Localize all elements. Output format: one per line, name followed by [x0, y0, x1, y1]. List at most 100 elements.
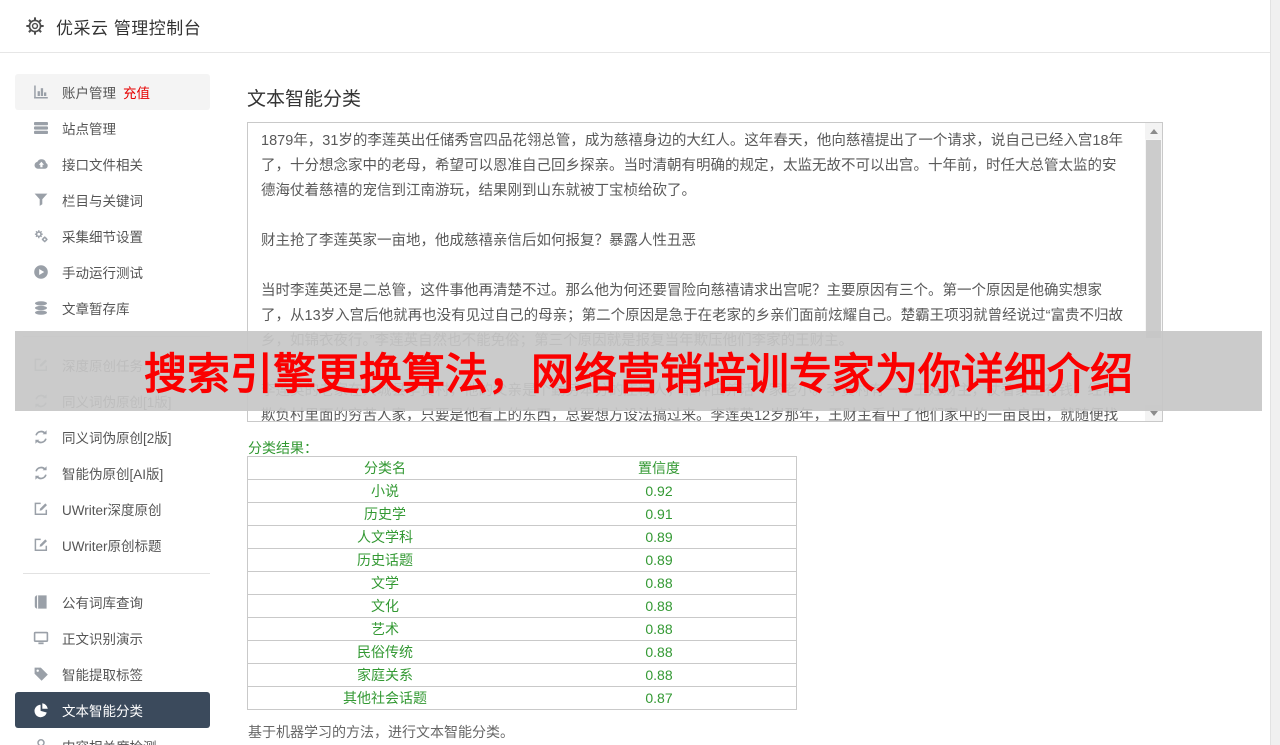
- book-icon: [33, 594, 49, 610]
- scrollbar-thumb[interactable]: [1146, 140, 1161, 338]
- page-title: 文本智能分类: [247, 84, 361, 111]
- watermark-text: 搜索引擎更换算法，网络营销培训专家为你详细介绍: [144, 340, 1133, 402]
- results-table: 分类名 置信度 小说 0.92 历史学 0.91 人文学科 0.89 历史话题 …: [247, 456, 797, 710]
- category-header: 分类名: [248, 457, 523, 480]
- confidence-cell: 0.88: [522, 664, 797, 687]
- sidebar-item-label: UWriter原创标题: [62, 535, 162, 555]
- footer-note: 基于机器学习的方法，进行文本智能分类。: [248, 722, 514, 742]
- table-row: 人文学科 0.89: [248, 526, 797, 549]
- sidebar-item-2[interactable]: 接口文件相关: [15, 146, 210, 182]
- sidebar-item-label: 文章暂存库: [62, 298, 130, 318]
- link-icon: [33, 738, 49, 745]
- monitor-icon: [33, 630, 49, 646]
- sidebar-item-11[interactable]: UWriter深度原创: [15, 491, 210, 527]
- table-row: 文学 0.88: [248, 572, 797, 595]
- sidebar-item-5[interactable]: 手动运行测试: [15, 254, 210, 290]
- sidebar-item-6[interactable]: 文章暂存库: [15, 290, 210, 326]
- app-header: 优采云 管理控制台: [0, 0, 1280, 53]
- confidence-cell: 0.91: [522, 503, 797, 526]
- sidebar-item-17[interactable]: 内容相关度检测: [15, 728, 210, 745]
- confidence-cell: 0.92: [522, 480, 797, 503]
- sidebar-divider: [23, 573, 210, 574]
- sidebar-item-3[interactable]: 栏目与关键词: [15, 182, 210, 218]
- category-cell: 文化: [248, 595, 523, 618]
- bar-chart-icon: [33, 84, 49, 100]
- cloud-upload-icon: [33, 156, 49, 172]
- server-icon: [33, 120, 49, 136]
- edit-icon: [33, 537, 49, 553]
- confidence-header: 置信度: [522, 457, 797, 480]
- sidebar-item-14[interactable]: 正文识别演示: [15, 620, 210, 656]
- sidebar-item-label: UWriter深度原创: [62, 499, 162, 519]
- sidebar-item-12[interactable]: UWriter原创标题: [15, 527, 210, 563]
- confidence-cell: 0.88: [522, 618, 797, 641]
- refresh-icon: [33, 465, 49, 481]
- gear-icon: [25, 16, 45, 36]
- category-cell: 历史学: [248, 503, 523, 526]
- sidebar-item-1[interactable]: 站点管理: [15, 110, 210, 146]
- category-cell: 小说: [248, 480, 523, 503]
- confidence-cell: 0.89: [522, 549, 797, 572]
- sidebar-item-label: 同义词伪原创[2版]: [62, 427, 172, 447]
- play-circle-icon: [33, 264, 49, 280]
- table-row: 家庭关系 0.88: [248, 664, 797, 687]
- scroll-up-button[interactable]: [1145, 123, 1162, 139]
- confidence-cell: 0.87: [522, 687, 797, 710]
- recharge-link[interactable]: 充值: [123, 82, 150, 102]
- sidebar-item-10[interactable]: 智能伪原创[AI版]: [15, 455, 210, 491]
- category-cell: 民俗传统: [248, 641, 523, 664]
- category-cell: 其他社会话题: [248, 687, 523, 710]
- pie-chart-icon: [33, 702, 49, 718]
- table-body: 小说 0.92 历史学 0.91 人文学科 0.89 历史话题 0.89 文学 …: [248, 480, 797, 710]
- triangle-up-icon: [1150, 129, 1158, 134]
- watermark-overlay: 搜索引擎更换算法，网络营销培训专家为你详细介绍: [15, 331, 1262, 411]
- sidebar-item-label: 采集细节设置: [62, 226, 143, 246]
- sidebar-item-label: 账户管理: [62, 82, 116, 102]
- sidebar-item-9[interactable]: 同义词伪原创[2版]: [15, 419, 210, 455]
- sidebar-item-label: 站点管理: [62, 118, 116, 138]
- category-cell: 家庭关系: [248, 664, 523, 687]
- sidebar-item-13[interactable]: 公有词库查询: [15, 584, 210, 620]
- sidebar-item-0[interactable]: 账户管理 充值: [15, 74, 210, 110]
- category-cell: 文学: [248, 572, 523, 595]
- app-title: 优采云 管理控制台: [56, 14, 201, 39]
- sidebar-item-label: 公有词库查询: [62, 592, 143, 612]
- database-icon: [33, 300, 49, 316]
- funnel-icon: [33, 192, 49, 208]
- table-row: 民俗传统 0.88: [248, 641, 797, 664]
- table-row: 小说 0.92: [248, 480, 797, 503]
- gears-icon: [33, 228, 49, 244]
- category-cell: 历史话题: [248, 549, 523, 572]
- sidebar-item-label: 手动运行测试: [62, 262, 143, 282]
- confidence-cell: 0.88: [522, 595, 797, 618]
- table-row: 历史话题 0.89: [248, 549, 797, 572]
- sidebar-item-label: 栏目与关键词: [62, 190, 143, 210]
- textarea-paragraph: 1879年，31岁的李莲英出任储秀宫四品花翎总管，成为慈禧身边的大红人。这年春天…: [261, 129, 1128, 204]
- confidence-cell: 0.88: [522, 641, 797, 664]
- confidence-cell: 0.89: [522, 526, 797, 549]
- sidebar-item-16[interactable]: 文本智能分类: [15, 692, 210, 728]
- sidebar-item-4[interactable]: 采集细节设置: [15, 218, 210, 254]
- edit-icon: [33, 501, 49, 517]
- sidebar-item-label: 正文识别演示: [62, 628, 143, 648]
- table-row: 其他社会话题 0.87: [248, 687, 797, 710]
- sidebar-item-label: 内容相关度检测: [62, 736, 157, 745]
- sidebar-item-label: 文本智能分类: [62, 700, 143, 720]
- sidebar-item-15[interactable]: 智能提取标签: [15, 656, 210, 692]
- table-row: 艺术 0.88: [248, 618, 797, 641]
- results-label: 分类结果：: [248, 438, 318, 458]
- sidebar-item-label: 智能伪原创[AI版]: [62, 463, 163, 483]
- confidence-cell: 0.88: [522, 572, 797, 595]
- triangle-down-icon: [1150, 411, 1158, 416]
- table-row: 文化 0.88: [248, 595, 797, 618]
- refresh-icon: [33, 429, 49, 445]
- category-cell: 人文学科: [248, 526, 523, 549]
- textarea-paragraph: 财主抢了李莲英家一亩地，他成慈禧亲信后如何报复？暴露人性丑恶: [261, 229, 1128, 254]
- category-cell: 艺术: [248, 618, 523, 641]
- table-row: 历史学 0.91: [248, 503, 797, 526]
- sidebar-item-label: 智能提取标签: [62, 664, 143, 684]
- sidebar-item-label: 接口文件相关: [62, 154, 143, 174]
- tag-icon: [33, 666, 49, 682]
- page-scrollbar[interactable]: [1270, 0, 1280, 745]
- table-header-row: 分类名 置信度: [248, 457, 797, 480]
